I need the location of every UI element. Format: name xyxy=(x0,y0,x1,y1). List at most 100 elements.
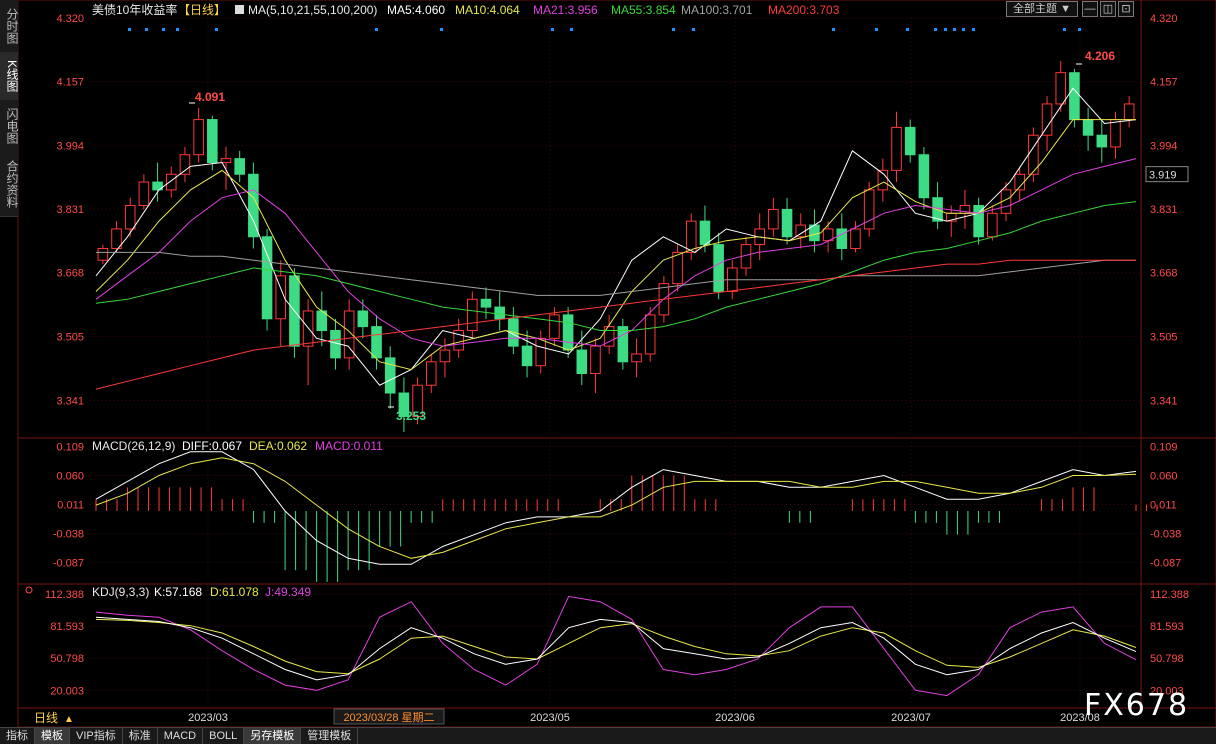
candle-body xyxy=(494,306,505,320)
bottom-tab-6[interactable]: 另存模板 xyxy=(244,728,302,744)
kdj-tick-left: 81.593 xyxy=(50,621,84,633)
candle-body xyxy=(617,326,629,363)
event-marker xyxy=(1078,28,1081,31)
y-tick-right: 3.505 xyxy=(1150,331,1178,343)
theme-dropdown[interactable]: 全部主题 ▼ xyxy=(1006,1,1078,17)
event-marker xyxy=(440,28,443,31)
y-tick-left: 3.341 xyxy=(56,395,84,407)
candle-body xyxy=(1069,72,1080,121)
candle-body xyxy=(425,361,437,386)
bottom-tab-4[interactable]: MACD xyxy=(158,728,204,744)
bottom-tab-3[interactable]: 标准 xyxy=(123,728,158,744)
kdj-tick-left: 20.003 xyxy=(50,685,84,697)
chart-canvas: 4.320 4.320 4.157 4.157 3.994 3.994 3.831 3.831… xyxy=(17,0,1216,727)
chevron-down-icon: ▼ xyxy=(1060,3,1071,15)
event-marker xyxy=(875,28,878,31)
minimize-icon[interactable]: — xyxy=(1082,1,1098,17)
bottom-tab-2[interactable]: VIP指标 xyxy=(70,728,123,744)
kdj-header: KDJ(9,3,3) xyxy=(92,585,149,599)
candle-body xyxy=(918,154,930,199)
candle-body xyxy=(1110,119,1121,148)
period-badge: 【日线】 xyxy=(178,3,226,17)
y-tick-right: 3.831 xyxy=(1150,204,1178,216)
candle-body xyxy=(1055,72,1067,105)
event-marker xyxy=(375,28,378,31)
macd-tick-left: -0.087 xyxy=(53,557,84,569)
left-tab-2[interactable]: 闪电图 xyxy=(0,100,19,153)
kdj-tick-right: 81.593 xyxy=(1150,621,1184,633)
left-tab-3[interactable]: 合约资料 xyxy=(0,152,19,217)
period-arrow-icon: ▲ xyxy=(64,714,74,725)
candle-body xyxy=(371,326,382,359)
left-tab-0[interactable]: 分时图 xyxy=(0,0,19,53)
macd-tick-right: -0.087 xyxy=(1150,557,1181,569)
event-marker xyxy=(570,28,573,31)
restore-icon[interactable]: ◫ xyxy=(1100,1,1116,17)
event-marker xyxy=(906,28,909,31)
kdj-k-label: K:57.168 xyxy=(154,585,202,599)
candle-body xyxy=(138,181,150,207)
y-tick-left: 3.831 xyxy=(56,204,84,216)
ma-settings-icon xyxy=(235,5,244,14)
macd-tick-right: 0.109 xyxy=(1150,442,1178,454)
cursor-date-label: 2023/03/28 星期二 xyxy=(343,711,434,724)
macd-tick-left: 0.109 xyxy=(56,442,84,454)
period-button: 日线 xyxy=(34,711,58,725)
y-tick-left: 3.994 xyxy=(56,140,84,152)
low-price-label: 3.253 xyxy=(396,409,426,423)
candle-body xyxy=(480,298,492,308)
bottom-tab-5[interactable]: BOLL xyxy=(203,728,245,744)
candle-body xyxy=(987,212,998,238)
candle-body xyxy=(165,173,177,191)
ma-line-ma10 xyxy=(95,119,1136,371)
candle-body xyxy=(1082,119,1094,136)
event-marker xyxy=(162,28,165,31)
kdj-settings-icon xyxy=(25,586,33,594)
kdj-tick-left: 112.388 xyxy=(45,589,84,601)
candle-body xyxy=(439,349,451,363)
bottom-tab-bar: 指标 模板 VIP指标 标准 MACD BOLL 另存模板 管理模板 xyxy=(0,727,1216,744)
candle-body xyxy=(795,224,807,238)
bottom-tab-0[interactable]: 指标 xyxy=(0,728,35,744)
macd-tick-left: 0.060 xyxy=(56,471,84,483)
candle-body xyxy=(699,220,711,246)
kdj-tick-right: 50.798 xyxy=(1150,653,1184,665)
candle-body xyxy=(590,345,601,374)
event-marker xyxy=(692,28,695,31)
candle-body xyxy=(768,208,779,230)
candle-body xyxy=(1123,103,1135,121)
x-axis-label: 2023/03 xyxy=(188,712,228,724)
macd-header: MACD(26,12,9) xyxy=(92,439,175,453)
y-tick-right: 4.157 xyxy=(1150,77,1178,89)
y-tick-right: 3.668 xyxy=(1150,268,1178,280)
candle-body xyxy=(1096,134,1108,148)
event-marker xyxy=(944,28,947,31)
macd-dea-line xyxy=(95,457,1137,559)
y-tick-right: 3.994 xyxy=(1150,140,1178,152)
left-tab-1[interactable]: K线图 xyxy=(0,52,19,101)
ma-header: MA(5,10,21,55,100,200) xyxy=(248,3,377,17)
candle-body xyxy=(713,244,724,292)
candle-body xyxy=(904,126,916,156)
chart-title: 美债10年收益率 xyxy=(92,2,177,17)
y-tick-right: 4.320 xyxy=(1150,13,1178,25)
ma-value-2: MA21:3.956 xyxy=(533,3,598,17)
bottom-tab-1[interactable]: 模板 xyxy=(35,728,70,744)
event-marker xyxy=(176,28,179,31)
macd-tick-left: 0.011 xyxy=(57,499,84,511)
macd-diff-line xyxy=(95,451,1137,565)
y-tick-left: 4.157 xyxy=(56,77,84,89)
kdj-k-line xyxy=(95,616,1137,681)
ma-value-5: MA200:3.703 xyxy=(768,3,840,17)
bottom-tab-7[interactable]: 管理模板 xyxy=(301,728,359,744)
macd-dea-label: DEA:0.062 xyxy=(249,439,307,453)
event-marker xyxy=(128,28,131,31)
macd-tick-right: 0.011 xyxy=(1150,499,1177,511)
maximize-icon[interactable]: ⊡ xyxy=(1118,1,1134,17)
macd-value-label: MACD:0.011 xyxy=(315,439,383,453)
candle-body xyxy=(234,158,245,175)
high-price-label-march: 4.091 xyxy=(195,90,225,104)
candle-body xyxy=(863,189,875,230)
candle-body xyxy=(467,298,478,332)
candle-body xyxy=(535,337,547,367)
